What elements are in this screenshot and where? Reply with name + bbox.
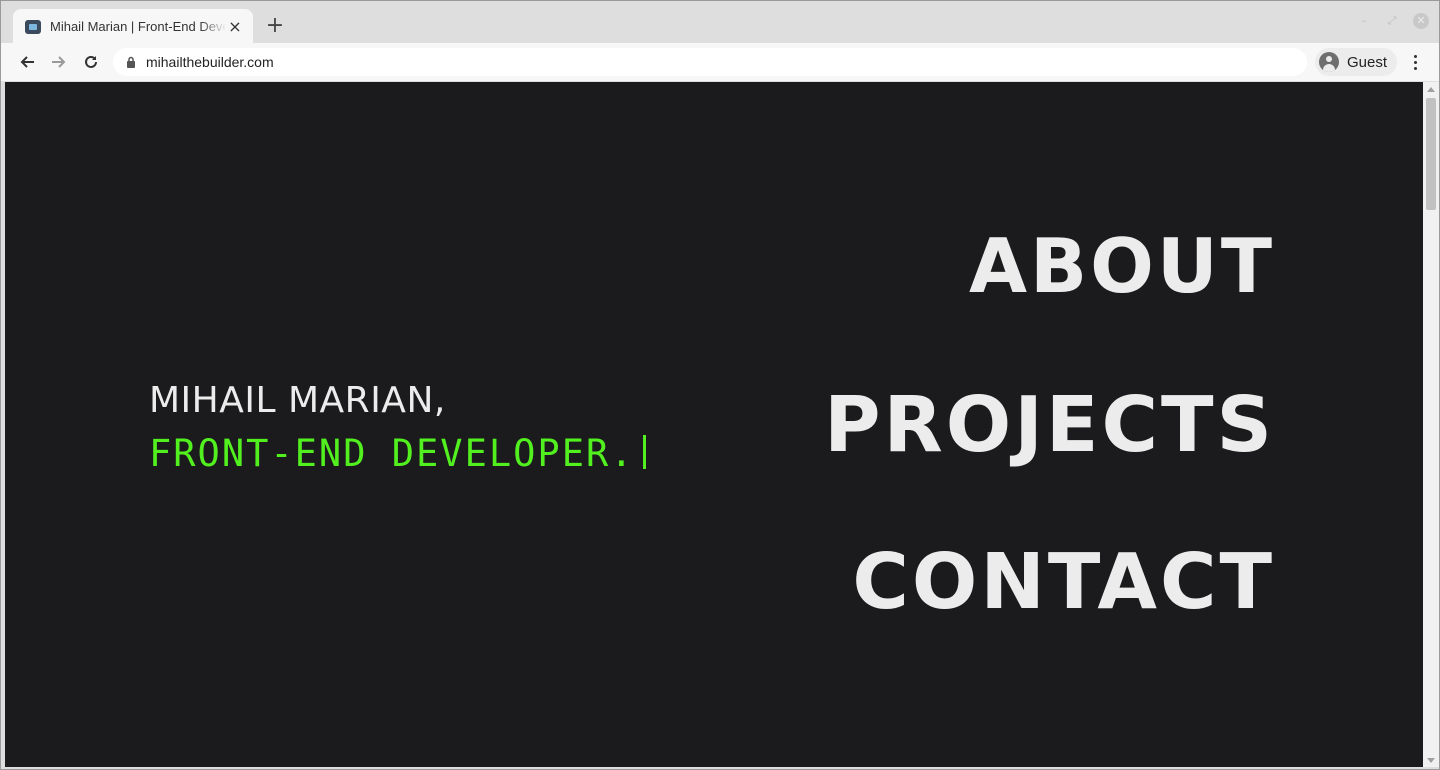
typing-caret bbox=[642, 435, 646, 469]
window-controls: – ⤢ ✕ bbox=[1357, 13, 1429, 29]
maximize-icon[interactable]: ⤢ bbox=[1385, 14, 1399, 28]
back-icon[interactable] bbox=[16, 51, 38, 73]
scroll-down-icon[interactable] bbox=[1427, 758, 1435, 763]
kebab-menu-icon[interactable] bbox=[1405, 51, 1425, 73]
browser-tab[interactable]: Mihail Marian | Front-End Developer × bbox=[13, 9, 253, 44]
nav-link-about[interactable]: ABOUT bbox=[969, 229, 1275, 304]
minimize-icon[interactable]: – bbox=[1357, 14, 1371, 28]
nav-link-contact[interactable]: CONTACT bbox=[852, 544, 1275, 621]
tab-strip: Mihail Marian | Front-End Developer × + … bbox=[1, 1, 1439, 44]
avatar-icon bbox=[1319, 52, 1339, 72]
new-tab-icon[interactable]: + bbox=[263, 15, 287, 39]
scroll-up-icon[interactable] bbox=[1427, 87, 1435, 92]
tab-title: Mihail Marian | Front-End Developer bbox=[50, 19, 226, 34]
hero-role: FRONT-END DEVELOPER. bbox=[149, 432, 646, 475]
tab-close-icon[interactable]: × bbox=[227, 18, 243, 35]
browser-window: Mihail Marian | Front-End Developer × + … bbox=[0, 0, 1440, 770]
hero-role-text: FRONT-END DEVELOPER. bbox=[149, 432, 635, 475]
reload-icon[interactable] bbox=[80, 51, 102, 73]
nav-link-projects[interactable]: PROJECTS bbox=[824, 387, 1275, 464]
lock-icon[interactable] bbox=[126, 53, 136, 72]
address-bar[interactable]: mihailthebuilder.com bbox=[113, 48, 1307, 76]
forward-icon[interactable] bbox=[48, 51, 70, 73]
browser-toolbar: mihailthebuilder.com Guest bbox=[1, 43, 1439, 81]
profile-label: Guest bbox=[1347, 53, 1388, 71]
window-close-icon[interactable]: ✕ bbox=[1413, 13, 1429, 29]
profile-button[interactable]: Guest bbox=[1315, 48, 1397, 76]
vertical-scrollbar[interactable] bbox=[1423, 82, 1439, 767]
hero-name: MIHAIL MARIAN, bbox=[149, 380, 446, 421]
scrollbar-thumb[interactable] bbox=[1426, 98, 1436, 210]
site-favicon-icon bbox=[25, 19, 41, 34]
url-text[interactable]: mihailthebuilder.com bbox=[146, 54, 274, 70]
page-viewport: MIHAIL MARIAN, FRONT-END DEVELOPER. ABOU… bbox=[5, 82, 1423, 767]
